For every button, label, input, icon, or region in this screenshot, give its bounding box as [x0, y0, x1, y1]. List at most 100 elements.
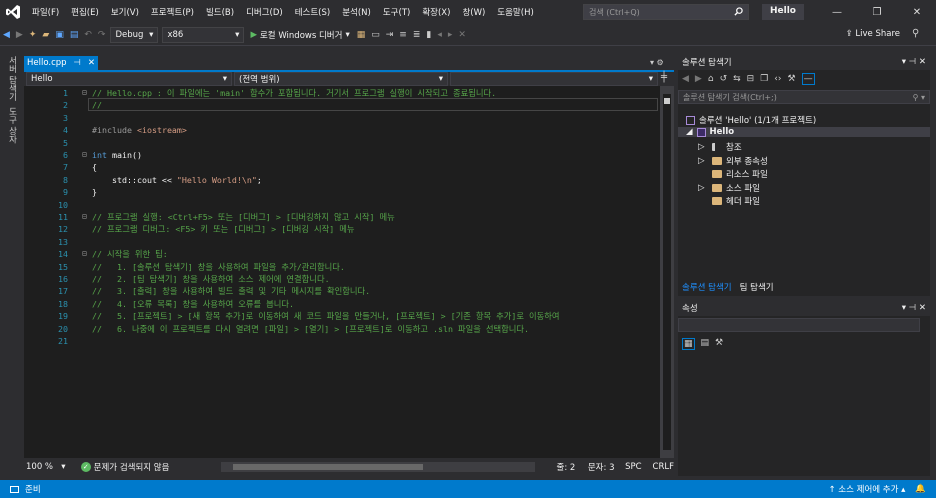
source-control-button[interactable]: ↑ 소스 제어에 추가 ▴ [828, 483, 905, 495]
uncomment-icon[interactable]: ≣ [410, 30, 424, 40]
code-line[interactable]: 15 // 1. [솔루션 탐색기] 창을 사용하여 파일을 추가/관리합니다. [24, 261, 660, 273]
code-line[interactable]: 1 ⊟ // Hello.cpp : 이 파일에는 'main' 함수가 포함됩니다… [24, 87, 660, 99]
new-project-icon[interactable]: ✦ [26, 30, 40, 40]
expand-arrow-icon[interactable]: ▷ [698, 183, 708, 193]
categorized-icon[interactable]: ▦ [682, 338, 695, 350]
tab-team-explorer[interactable]: 팀 탐색기 [736, 280, 778, 294]
code-line[interactable]: 3 [24, 112, 660, 124]
minimize-icon[interactable]: — [818, 0, 856, 24]
code-line[interactable]: 13 [24, 236, 660, 248]
save-all-icon[interactable]: ▤ [67, 30, 82, 40]
close-tab-icon[interactable]: ✕ [88, 58, 95, 68]
fold-icon[interactable]: ⊟ [82, 248, 87, 260]
copy-icon[interactable]: ❐ [760, 74, 768, 84]
menu-item[interactable]: 도구(T) [377, 6, 416, 18]
menu-item[interactable]: 분석(N) [336, 6, 377, 18]
code-line[interactable]: 20 // 6. 나중에 이 프로젝트를 다시 열려면 [파일] > [열기] >… [24, 323, 660, 335]
menu-item[interactable]: 보기(V) [105, 6, 145, 18]
project-node[interactable]: ◢ Hello [678, 127, 930, 137]
undo-icon[interactable]: ↶ [81, 30, 95, 40]
open-folder-icon[interactable]: ▰ [39, 30, 52, 40]
menu-item[interactable]: 창(W) [456, 6, 491, 18]
menu-item[interactable]: 편집(E) [65, 6, 105, 18]
property-pages-icon[interactable]: ⚒ [715, 338, 723, 350]
code-line[interactable]: 19 // 5. [프로젝트] > [새 항목 추가]로 이동하여 새 코드 파일… [24, 310, 660, 322]
home-icon[interactable]: ⌂ [708, 74, 714, 84]
tree-item[interactable]: 헤더 파일 [698, 195, 760, 207]
horizontal-scrollbar[interactable] [221, 462, 535, 472]
notification-icon[interactable]: 🔔 [915, 484, 926, 494]
tab-list-icon[interactable]: ▾ ⚙ [650, 58, 664, 67]
code-line[interactable]: 18 // 4. [오류 목록] 창을 사용하여 오류를 봅니다. [24, 298, 660, 310]
code-line[interactable]: 2 // [24, 99, 660, 111]
code-line[interactable]: 5 [24, 137, 660, 149]
sync-icon[interactable]: ⇆ [733, 74, 741, 84]
menu-item[interactable]: 빌드(B) [200, 6, 240, 18]
live-share-button[interactable]: ⇪ Live Share [846, 29, 900, 39]
redo-icon[interactable]: ↷ [95, 30, 109, 40]
solution-root[interactable]: 솔루션 'Hello' (1/1개 프로젝트) [686, 114, 816, 126]
toolbox-tab[interactable]: 도구 상자 [6, 107, 18, 144]
clear-bookmark-icon[interactable]: ✕ [455, 30, 469, 40]
expand-arrow-icon[interactable]: ▷ [698, 156, 708, 166]
code-line[interactable]: 16 // 2. [팀 탐색기] 창을 사용하여 소스 제어에 연결합니다. [24, 273, 660, 285]
pin-icon[interactable]: ⊣ [74, 58, 81, 68]
maximize-icon[interactable]: ❐ [858, 0, 896, 24]
split-icon[interactable]: ╪ [661, 72, 667, 83]
tree-item[interactable]: ▷ 참조 [698, 141, 742, 153]
run-button[interactable]: ▶ 로컬 Windows 디버거 ▾ [246, 29, 353, 41]
code-icon[interactable]: ‹› [774, 74, 781, 84]
horizontal-scroll-thumb[interactable] [233, 464, 424, 470]
global-scope-select[interactable]: (전역 범위) ▾ [234, 72, 448, 86]
vertical-scrollbar[interactable] [660, 86, 674, 458]
tree-item[interactable]: ▷ 외부 종속성 [698, 155, 768, 167]
code-line[interactable]: 11 ⊟ // 프로그램 실행: <Ctrl+F5> 또는 [디버그] > [디버깅… [24, 211, 660, 223]
code-line[interactable]: 10 [24, 199, 660, 211]
fold-icon[interactable]: ⊟ [82, 149, 87, 161]
fold-icon[interactable]: ⊟ [82, 87, 87, 99]
code-line[interactable]: 14 ⊟ // 시작을 위한 팁: [24, 248, 660, 260]
panel-controls-icon[interactable]: ▾ ⊣ ✕ [902, 303, 926, 313]
forward-icon[interactable]: ▶ [13, 30, 26, 40]
diagnostics-icon[interactable]: ▦ [354, 30, 369, 40]
code-editor[interactable]: 1 ⊟ // Hello.cpp : 이 파일에는 'main' 함수가 포함됩니다… [24, 86, 660, 458]
forward-icon[interactable]: ▶ [695, 74, 702, 84]
menu-item[interactable]: 파일(F) [26, 6, 65, 18]
member-scope-select[interactable]: ▾ [450, 72, 658, 86]
server-explorer-tab[interactable]: 서버 탐색기 [6, 56, 18, 101]
close-icon[interactable]: ✕ [898, 0, 936, 24]
menu-item[interactable]: 테스트(S) [289, 6, 337, 18]
code-line[interactable]: 4 #include <iostream> [24, 124, 660, 136]
code-line[interactable]: 21 [24, 335, 660, 347]
tree-item[interactable]: 리소스 파일 [698, 168, 768, 180]
preview-icon[interactable]: — [801, 73, 815, 85]
config-select[interactable]: Debug ▾ [110, 26, 159, 43]
code-line[interactable]: 6 ⊟ int main() [24, 149, 660, 161]
menu-item[interactable]: 도움말(H) [491, 6, 539, 18]
collapse-icon[interactable]: ⊟ [747, 74, 755, 84]
step-icon[interactable]: ⇥ [383, 30, 397, 40]
wrench-icon[interactable]: ⚒ [787, 74, 795, 84]
platform-select[interactable]: x86 ▾ [162, 26, 245, 43]
issues-status[interactable]: 문제가 검색되지 않음 [94, 461, 221, 473]
panel-controls-icon[interactable]: ▾ ⊣ ✕ [902, 57, 926, 67]
tree-item[interactable]: ▷ 소스 파일 [698, 182, 760, 194]
save-icon[interactable]: ▣ [52, 30, 67, 40]
feedback-icon[interactable]: ⚲ [912, 28, 919, 39]
project-scope-select[interactable]: Hello ▾ [26, 72, 232, 86]
code-line[interactable]: 7{ [24, 161, 660, 173]
bookmark-icon[interactable]: ▮ [423, 30, 434, 40]
tab-solution-explorer[interactable]: 솔루션 탐색기 [678, 280, 736, 294]
chevron-down-icon[interactable]: ▾ [61, 462, 81, 472]
fold-icon[interactable]: ⊟ [82, 211, 87, 223]
expand-arrow-icon[interactable]: ▷ [698, 142, 708, 152]
code-line[interactable]: 12 // 프로그램 디버그: <F5> 키 또는 [디버그] > [디버깅 시작… [24, 223, 660, 235]
zoom-level[interactable]: 100 % [26, 462, 61, 472]
back-icon[interactable]: ◀ [0, 30, 13, 40]
prev-bookmark-icon[interactable]: ◂ [434, 30, 445, 40]
properties-object-select[interactable] [678, 318, 920, 332]
alphabetical-icon[interactable]: ▤ [701, 338, 710, 350]
menu-item[interactable]: 프로젝트(P) [145, 6, 200, 18]
solution-search-input[interactable]: 솔루션 탐색기 검색(Ctrl+;) ⚲ ▾ [678, 90, 930, 104]
code-line[interactable]: 9} [24, 186, 660, 198]
